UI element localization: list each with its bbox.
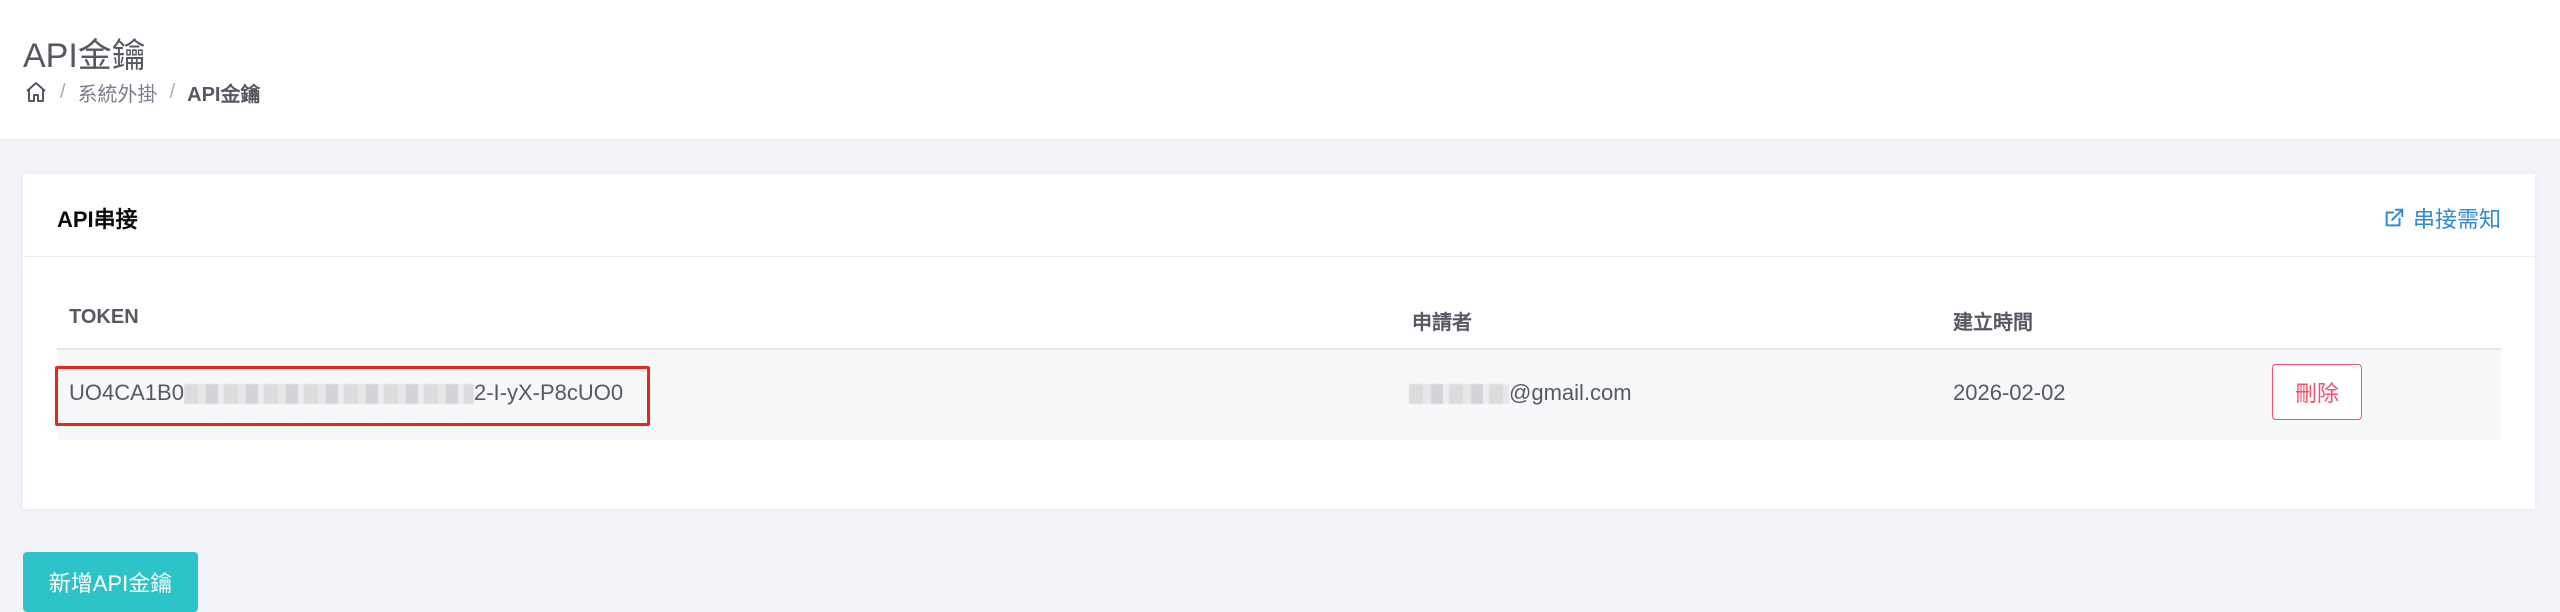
column-header-created: 建立時間 bbox=[1953, 312, 2033, 334]
table-header: TOKEN 申請者 建立時間 bbox=[57, 286, 2501, 350]
column-header-applicant: 申請者 bbox=[1412, 312, 1472, 334]
page-header: API金鑰 / 系統外掛 / API金鑰 bbox=[0, 0, 2560, 140]
applicant-email-domain: @gmail.com bbox=[1509, 380, 1632, 405]
applicant-cell: @gmail.com bbox=[1409, 380, 1632, 406]
column-header-token: TOKEN bbox=[69, 306, 139, 328]
integration-notice-label: 串接需知 bbox=[2412, 207, 2501, 232]
breadcrumb-separator: / bbox=[169, 80, 176, 103]
token-redacted bbox=[183, 384, 474, 405]
portlet-head: API串接 串接需知 bbox=[23, 174, 2535, 257]
token-prefix: UO4CA1B0 bbox=[69, 380, 184, 405]
page-title: API金鑰 bbox=[23, 37, 146, 75]
token-cell[interactable]: UO4CA1B0 2-I-yX-P8cUO0 bbox=[69, 380, 623, 406]
token-suffix: 2-I-yX-P8cUO0 bbox=[473, 380, 624, 405]
created-date-cell: 2026-02-02 bbox=[1953, 380, 2066, 405]
table-row: UO4CA1B0 2-I-yX-P8cUO0 @gmail.com 2026-02… bbox=[55, 350, 2501, 440]
breadcrumb: / 系統外掛 / API金鑰 bbox=[24, 78, 260, 106]
home-icon[interactable] bbox=[24, 80, 48, 104]
breadcrumb-separator: / bbox=[60, 80, 66, 103]
external-link-icon bbox=[2383, 207, 2405, 229]
api-portlet: API串接 串接需知 TOKEN 申請者 建立時間 UO4CA1B0 2-I-yX… bbox=[23, 174, 2535, 509]
applicant-redacted bbox=[1409, 384, 1509, 405]
breadcrumb-item-plugins[interactable]: 系統外掛 bbox=[78, 78, 158, 107]
portlet-title: API串接 bbox=[57, 207, 138, 232]
integration-notice-link[interactable]: 串接需知 bbox=[2383, 202, 2501, 234]
delete-button[interactable]: 刪除 bbox=[2272, 364, 2362, 420]
add-api-key-button[interactable]: 新增API金鑰 bbox=[23, 552, 198, 612]
breadcrumb-item-api-keys: API金鑰 bbox=[187, 83, 261, 106]
